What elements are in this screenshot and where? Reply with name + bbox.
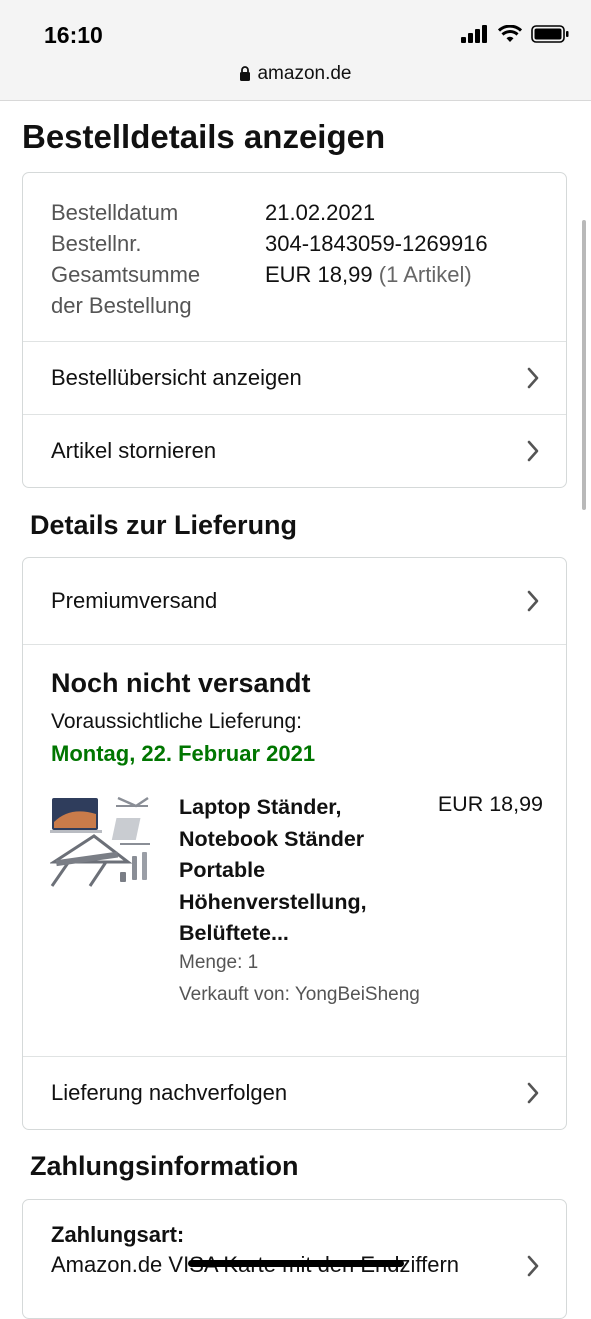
lock-icon xyxy=(240,66,251,81)
order-number-value: 304-1843059-1269916 xyxy=(265,231,488,256)
chevron-right-icon xyxy=(527,1082,539,1104)
track-delivery-link[interactable]: Lieferung nachverfolgen xyxy=(23,1058,566,1128)
shipping-method-link[interactable]: Premiumversand xyxy=(23,566,566,636)
url-text: amazon.de xyxy=(257,63,352,84)
order-summary: Bestelldatum 21.02.2021 Bestellnr. 304-1… xyxy=(51,197,488,321)
order-overview-label: Bestellübersicht anzeigen xyxy=(51,365,302,390)
order-summary-card: Bestelldatum 21.02.2021 Bestellnr. 304-1… xyxy=(22,172,567,488)
estimated-delivery-label: Voraussichtliche Lieferung: xyxy=(51,710,302,733)
status-bar: 16:10 amazon.de xyxy=(0,0,591,101)
order-item-count: (1 Artikel) xyxy=(378,262,472,287)
shipping-method-label: Premiumversand xyxy=(51,588,218,613)
divider xyxy=(23,414,566,415)
order-total-amount: EUR 18,99 xyxy=(265,262,373,287)
payment-section-title: Zahlungsinformation xyxy=(30,1151,299,1181)
chevron-right-icon xyxy=(527,367,539,389)
address-bar[interactable]: amazon.de xyxy=(0,63,591,85)
order-total-label-line2: der Bestellung xyxy=(51,293,192,318)
status-time: 16:10 xyxy=(44,22,103,48)
signal-icon xyxy=(461,25,487,43)
order-total-label: Gesamtsumme der Bestellung xyxy=(51,259,265,321)
divider xyxy=(23,1056,566,1057)
delivery-card: Premiumversand Noch nicht versandt Vorau… xyxy=(22,557,567,1130)
product-title-link[interactable]: Laptop Ständer, Notebook Ständer Portabl… xyxy=(179,792,404,950)
cancel-items-link[interactable]: Artikel stornieren xyxy=(23,416,566,486)
order-number-label: Bestellnr. xyxy=(51,231,142,256)
shipment-status: Noch nicht versandt xyxy=(51,668,311,698)
product-price: EUR 18,99 xyxy=(437,792,543,816)
product-seller: Verkauft von: YongBeiSheng xyxy=(179,984,420,1005)
cancel-items-label: Artikel stornieren xyxy=(51,438,217,463)
order-date-label: Bestelldatum xyxy=(51,200,179,225)
wifi-icon xyxy=(498,25,522,42)
chevron-right-icon xyxy=(527,1255,539,1277)
product-image[interactable] xyxy=(50,792,156,894)
order-total-value: EUR 18,99 (1 Artikel) xyxy=(265,259,472,321)
estimated-delivery-date: Montag, 22. Februar 2021 xyxy=(51,741,316,766)
order-overview-link[interactable]: Bestellübersicht anzeigen xyxy=(23,343,566,413)
track-delivery-label: Lieferung nachverfolgen xyxy=(51,1080,288,1105)
divider xyxy=(23,644,566,645)
scrollbar[interactable] xyxy=(582,220,586,510)
system-icons xyxy=(461,25,569,43)
page-title: Bestelldetails anzeigen xyxy=(22,118,386,155)
product-quantity: Menge: 1 xyxy=(179,952,259,973)
chevron-right-icon xyxy=(527,590,539,612)
battery-icon xyxy=(531,25,569,43)
order-total-label-line1: Gesamtsumme xyxy=(51,262,201,287)
divider xyxy=(23,341,566,342)
delivery-section-title: Details zur Lieferung xyxy=(30,510,298,540)
order-date-value: 21.02.2021 xyxy=(265,200,376,225)
payment-card[interactable]: Zahlungsart: Amazon.de VISA Karte mit de… xyxy=(22,1199,567,1319)
chevron-right-icon xyxy=(527,440,539,462)
home-indicator[interactable] xyxy=(188,1260,404,1267)
payment-method-label: Zahlungsart: xyxy=(51,1222,185,1247)
